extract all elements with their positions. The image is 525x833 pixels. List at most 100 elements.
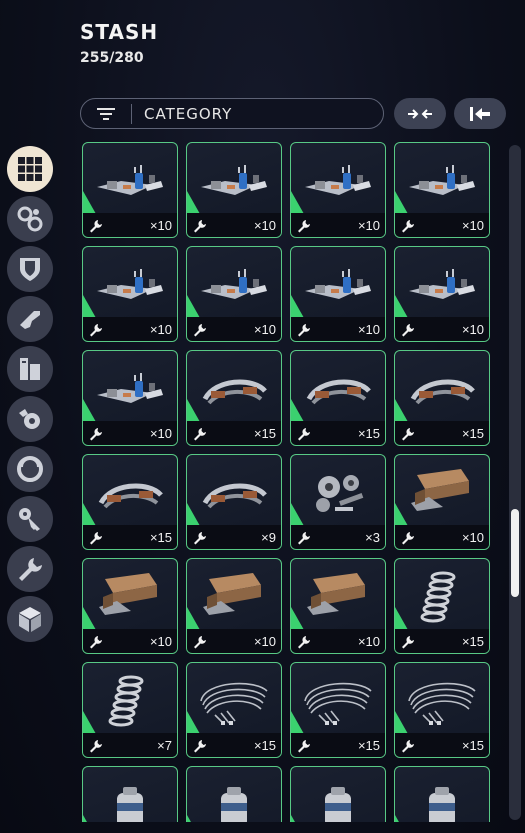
category-gear[interactable] (7, 446, 53, 492)
category-misc[interactable] (7, 596, 53, 642)
item-slot[interactable] (82, 766, 178, 822)
crafting-wrench-icon (401, 218, 415, 233)
item-quantity: ×10 (149, 322, 172, 337)
item-slot[interactable]: ×15 (290, 350, 386, 446)
canister-item-image (299, 775, 377, 822)
slot-footer: ×15 (291, 421, 385, 445)
item-slot[interactable]: ×15 (186, 662, 282, 758)
slot-footer: ×10 (187, 213, 281, 237)
item-slot[interactable]: ×10 (82, 558, 178, 654)
wires-item-image (403, 671, 481, 731)
transfer-all-button[interactable] (454, 98, 506, 129)
wrench-icon (19, 558, 42, 581)
item-slot[interactable] (290, 766, 386, 822)
merge-arrows-icon (408, 108, 432, 119)
item-quantity: ×15 (461, 738, 484, 753)
slot-footer: ×3 (291, 525, 385, 549)
slot-footer: ×10 (83, 213, 177, 237)
spring-item-image (403, 567, 481, 627)
item-slot[interactable]: ×10 (82, 246, 178, 342)
item-slot[interactable]: ×10 (186, 142, 282, 238)
category-armor[interactable] (7, 246, 53, 292)
item-slot[interactable]: ×10 (82, 350, 178, 446)
pipe-assembly-item-image (299, 359, 377, 419)
item-slot[interactable]: ×15 (394, 662, 490, 758)
item-slot[interactable]: ×10 (394, 246, 490, 342)
slot-footer: ×15 (83, 525, 177, 549)
item-slot[interactable]: ×10 (394, 142, 490, 238)
item-slot[interactable]: ×15 (186, 350, 282, 446)
item-quantity: ×10 (149, 634, 172, 649)
item-slot[interactable]: ×15 (394, 350, 490, 446)
category-parts[interactable] (7, 396, 53, 442)
slot-footer: ×10 (83, 629, 177, 653)
stash-scrollbar[interactable] (509, 145, 521, 820)
category-weapons[interactable] (7, 296, 53, 342)
crafting-wrench-icon (297, 218, 311, 233)
crafting-wrench-icon (89, 530, 103, 545)
slot-footer: ×10 (291, 213, 385, 237)
category-crafting[interactable] (7, 546, 53, 592)
collapse-stacks-button[interactable] (394, 98, 446, 129)
item-slot[interactable]: ×10 (290, 558, 386, 654)
slot-footer: ×15 (395, 733, 489, 757)
item-quantity: ×10 (357, 634, 380, 649)
item-slot[interactable]: ×7 (82, 662, 178, 758)
scrollbar-thumb[interactable] (511, 509, 519, 597)
slot-footer: ×10 (291, 317, 385, 341)
slot-footer: ×7 (83, 733, 177, 757)
item-quantity: ×9 (261, 530, 276, 545)
item-quantity: ×15 (357, 738, 380, 753)
category-filter[interactable]: CATEGORY (80, 98, 384, 129)
machine-parts-item-image (91, 359, 169, 419)
crafting-wrench-icon (89, 322, 103, 337)
slot-footer: ×10 (395, 525, 489, 549)
category-consumables[interactable] (7, 346, 53, 392)
slot-footer: ×10 (187, 629, 281, 653)
crafting-wrench-icon (193, 426, 207, 441)
item-slot[interactable]: ×15 (82, 454, 178, 550)
item-slot[interactable] (394, 766, 490, 822)
slot-footer: ×10 (395, 213, 489, 237)
item-slot[interactable]: ×9 (186, 454, 282, 550)
item-slot[interactable]: ×10 (82, 142, 178, 238)
item-slot[interactable]: ×10 (186, 246, 282, 342)
item-slot[interactable]: ×15 (394, 558, 490, 654)
slot-footer: ×10 (395, 317, 489, 341)
ring-icon (17, 456, 43, 482)
machine-parts-item-image (403, 255, 481, 315)
crafting-wrench-icon (89, 218, 103, 233)
crafting-wrench-icon (193, 634, 207, 649)
slot-footer: ×15 (395, 629, 489, 653)
box-bracket-item-image (195, 567, 273, 627)
canister-item-image (195, 775, 273, 822)
crafting-wrench-icon (401, 530, 415, 545)
item-slot[interactable]: ×10 (290, 246, 386, 342)
item-quantity: ×10 (253, 634, 276, 649)
box-bracket-item-image (299, 567, 377, 627)
item-slot[interactable]: ×10 (394, 454, 490, 550)
crafting-wrench-icon (193, 530, 207, 545)
key-icon (19, 508, 40, 531)
slot-footer: ×9 (187, 525, 281, 549)
item-quantity: ×10 (357, 322, 380, 337)
crafting-wrench-icon (297, 634, 311, 649)
item-quantity: ×3 (365, 530, 380, 545)
item-slot[interactable]: ×10 (290, 142, 386, 238)
pipe-assembly-item-image (195, 359, 273, 419)
item-slot[interactable]: ×3 (290, 454, 386, 550)
crafting-wrench-icon (89, 634, 103, 649)
item-quantity: ×10 (253, 322, 276, 337)
gear-wrench-icon (19, 409, 40, 429)
machine-parts-item-image (195, 255, 273, 315)
item-slot[interactable]: ×10 (186, 558, 282, 654)
category-keys[interactable] (7, 496, 53, 542)
crafting-wrench-icon (89, 738, 103, 753)
pipe-assembly-item-image (403, 359, 481, 419)
item-slot[interactable] (186, 766, 282, 822)
slot-footer: ×15 (187, 421, 281, 445)
item-slot[interactable]: ×15 (290, 662, 386, 758)
category-all-items[interactable] (7, 146, 53, 192)
cube-icon (19, 607, 41, 632)
category-attachments[interactable] (7, 196, 53, 242)
